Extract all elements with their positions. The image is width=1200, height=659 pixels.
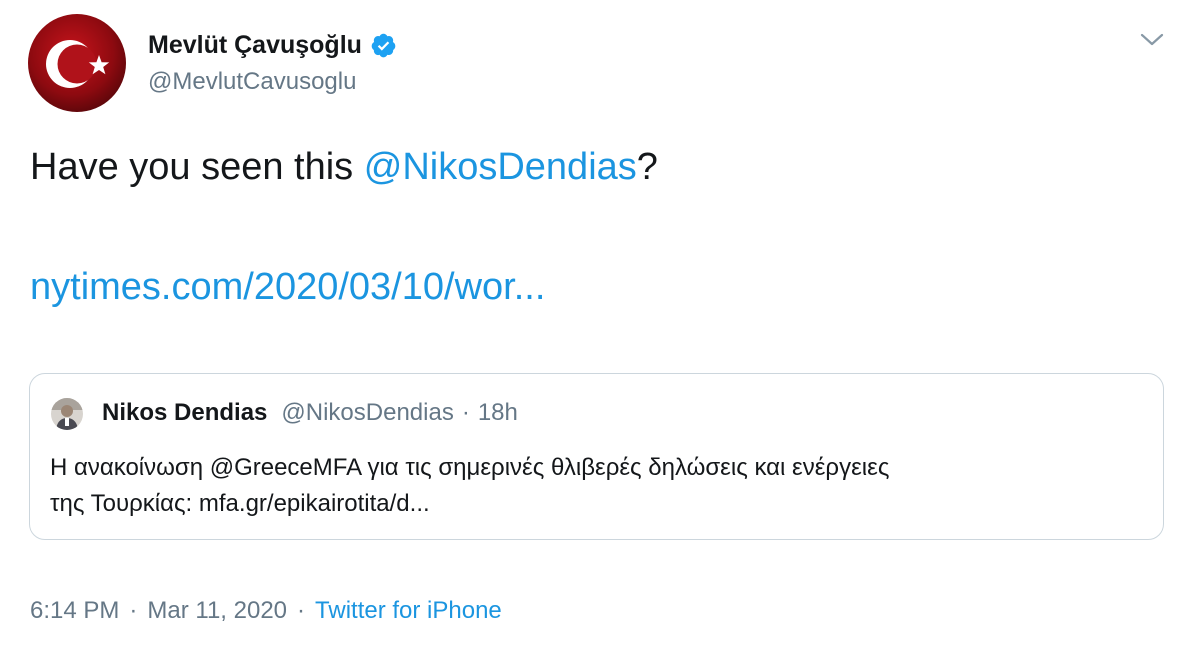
footer-separator: · <box>297 597 306 624</box>
tweet-footer: 6:14 PM · Mar 11, 2020 · Twitter for iPh… <box>30 594 502 628</box>
person-photo-icon <box>51 398 83 430</box>
tweet-source-link[interactable]: Twitter for iPhone <box>315 594 502 628</box>
tweet-card: Mevlüt Çavuşoğlu @MevlutCavusoglu Have y… <box>0 0 1200 659</box>
quoted-author-handle[interactable]: @NikosDendias <box>281 399 453 427</box>
tweet-text-suffix: ? <box>636 146 658 188</box>
turkish-flag-avatar-icon <box>28 14 126 112</box>
quoted-author-avatar[interactable] <box>51 398 83 430</box>
author-name-row: Mevlüt Çavuşoğlu <box>148 28 397 62</box>
verified-badge-icon <box>370 32 397 59</box>
quoted-tweet-header: Nikos Dendias @NikosDendias · 18h <box>102 396 518 430</box>
author-name[interactable]: Mevlüt Çavuşoğlu <box>148 31 362 60</box>
tweet-menu-chevron-down-icon[interactable] <box>1138 30 1166 50</box>
quoted-separator: · <box>461 399 470 426</box>
tweet-date[interactable]: Mar 11, 2020 <box>147 594 287 628</box>
quoted-text-line: της Τουρκίας: mfa.gr/epikairotita/d... <box>50 490 430 517</box>
author-avatar[interactable] <box>28 14 126 112</box>
article-link[interactable]: nytimes.com/2020/03/10/wor... <box>30 262 545 312</box>
quoted-tweet[interactable]: Nikos Dendias @NikosDendias · 18h Η ανακ… <box>29 373 1164 540</box>
quoted-tweet-text: Η ανακοίνωση @GreeceMFA για τις σημερινέ… <box>50 450 1150 522</box>
tweet-time[interactable]: 6:14 PM <box>30 594 119 628</box>
mention-link[interactable]: @NikosDendias <box>364 146 637 188</box>
tweet-text-prefix: Have you seen this <box>30 146 364 188</box>
author-handle[interactable]: @MevlutCavusoglu <box>148 68 356 96</box>
quoted-text-line: Η ανακοίνωση @GreeceMFA για τις σημερινέ… <box>50 454 890 481</box>
quoted-timestamp[interactable]: 18h <box>478 399 518 427</box>
tweet-text: Have you seen this @NikosDendias? <box>30 142 658 192</box>
quoted-author-name[interactable]: Nikos Dendias <box>102 399 267 427</box>
footer-separator: · <box>129 597 138 624</box>
